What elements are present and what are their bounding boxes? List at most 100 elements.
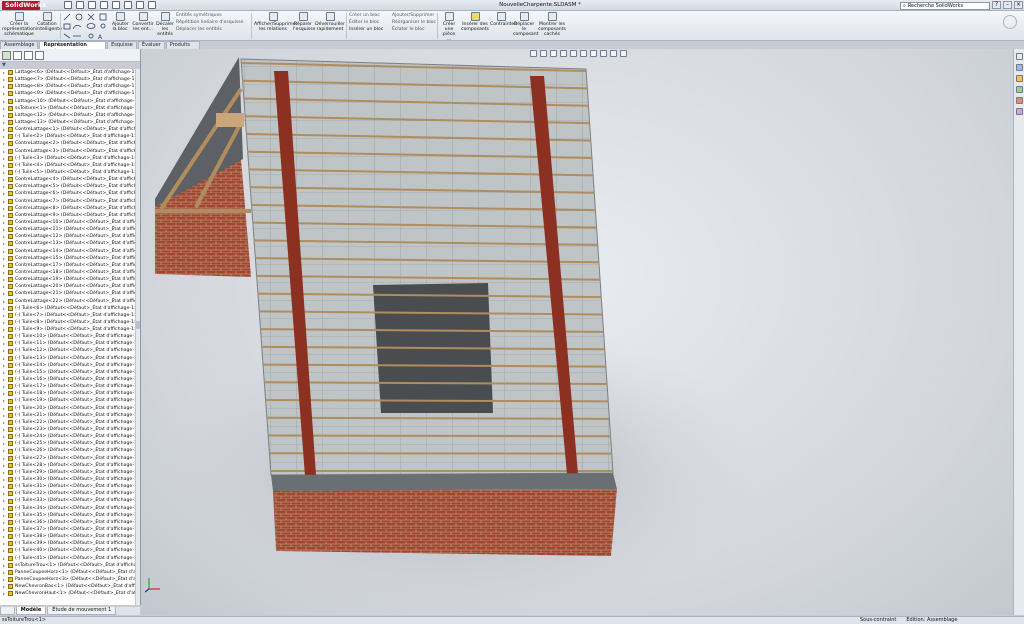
expand-icon[interactable]: ▸ bbox=[3, 269, 6, 276]
tree-item[interactable]: ▸ ContreLattage<8> (Défaut<<Défaut>_État … bbox=[0, 205, 135, 212]
tree-item[interactable]: ▸ ContreLattage<7> (Défaut<<Défaut>_État … bbox=[0, 198, 135, 205]
tree-item[interactable]: ▸ (-) Tuile<23> (Défaut<<Défaut>_État d'a… bbox=[0, 426, 135, 433]
tree-item[interactable]: ▸ (-) Tuile<41> (Défaut<<Défaut>_État d'a… bbox=[0, 555, 135, 562]
expand-icon[interactable]: ▸ bbox=[3, 369, 6, 376]
tree-item[interactable]: ▸ ContreLattage<22> (Défaut<<Défaut>_État… bbox=[0, 298, 135, 305]
expand-icon[interactable]: ▸ bbox=[3, 455, 6, 462]
tree-item[interactable]: ▸ ContreLattage<15> (Défaut<<Défaut>_État… bbox=[0, 255, 135, 262]
expand-icon[interactable]: ▸ bbox=[3, 319, 6, 326]
expand-icon[interactable]: ▸ bbox=[3, 326, 6, 333]
tree-item[interactable]: ▸ (-) Tuile<19> (Défaut<<Défaut>_État d'a… bbox=[0, 397, 135, 404]
save-icon[interactable] bbox=[88, 1, 96, 9]
expand-icon[interactable]: ▸ bbox=[3, 412, 6, 419]
tree-item[interactable]: ▸ (-) Tuile<38> (Défaut<<Défaut>_État d'a… bbox=[0, 533, 135, 540]
tree-item[interactable]: ▸ ContreLattage<5> (Défaut<<Défaut>_État … bbox=[0, 183, 135, 190]
expand-icon[interactable]: ▸ bbox=[3, 419, 6, 426]
sketch-tools-icons[interactable]: A bbox=[62, 13, 110, 39]
expand-icon[interactable]: ▸ bbox=[3, 133, 6, 140]
tree-item[interactable]: ▸ (-) Tuile<14> (Défaut<<Défaut>_État d'a… bbox=[0, 362, 135, 369]
expand-icon[interactable]: ▸ bbox=[3, 547, 6, 554]
tree-item[interactable]: ▸ ContreLattage<12> (Défaut<<Défaut>_État… bbox=[0, 233, 135, 240]
search-box[interactable]: ⌕ Recherche SolidWorks bbox=[900, 2, 990, 10]
expand-icon[interactable]: ▸ bbox=[3, 169, 6, 176]
expand-icon[interactable]: ▸ bbox=[3, 98, 6, 105]
expand-icon[interactable]: ▸ bbox=[3, 198, 6, 205]
tree-item[interactable]: ▸ ContreLattage<6> (Défaut<<Défaut>_État … bbox=[0, 190, 135, 197]
tree-item[interactable]: ▸ NewChevronBas<1> (Défaut<<Défaut>_État … bbox=[0, 583, 135, 590]
expand-icon[interactable]: ▸ bbox=[3, 140, 6, 147]
expand-icon[interactable]: ▸ bbox=[3, 340, 6, 347]
expand-icon[interactable]: ▸ bbox=[3, 219, 6, 226]
solidworks-logo[interactable]: SolidWorks bbox=[2, 1, 46, 10]
expand-icon[interactable]: ▸ bbox=[3, 126, 6, 133]
tree-item[interactable]: ▸ ContreLattage<13> (Défaut<<Défaut>_État… bbox=[0, 240, 135, 247]
tree-item[interactable]: ▸ (-) Tuile<31> (Défaut<<Défaut>_État d'a… bbox=[0, 483, 135, 490]
expand-icon[interactable]: ▸ bbox=[3, 383, 6, 390]
tree-item[interactable]: ▸ (-) Tuile<12> (Défaut<<Défaut>_État d'a… bbox=[0, 347, 135, 354]
expand-icon[interactable]: ▸ bbox=[3, 469, 6, 476]
expand-icon[interactable]: ▸ bbox=[3, 347, 6, 354]
resources-icon[interactable] bbox=[1015, 53, 1023, 60]
tree-item[interactable]: ▸ (-) Tuile<10> (Défaut<<Défaut>_État d'a… bbox=[0, 333, 135, 340]
tree-item[interactable]: ▸ (-) Tuile<2> (Défaut<<Défaut>_État d'af… bbox=[0, 133, 135, 140]
select-icon[interactable] bbox=[124, 1, 132, 9]
expand-icon[interactable]: ▸ bbox=[3, 362, 6, 369]
edit-block-button[interactable]: Éditer le bloc bbox=[349, 20, 379, 26]
expand-icon[interactable]: ▸ bbox=[3, 305, 6, 312]
tree-item[interactable]: ▸ (-) Tuile<35> (Défaut<<Défaut>_État d'a… bbox=[0, 512, 135, 519]
file-explorer-icon[interactable] bbox=[1015, 75, 1023, 82]
tree-item[interactable]: ▸ Lattage<13> (Défaut<<Défaut>_État d'aff… bbox=[0, 119, 135, 126]
tree-item[interactable]: ▸ (-) Tuile<37> (Défaut<<Défaut>_État d'a… bbox=[0, 526, 135, 533]
help-icon[interactable]: ? bbox=[992, 1, 1001, 9]
expand-icon[interactable]: ▸ bbox=[3, 583, 6, 590]
expand-icon[interactable]: ▸ bbox=[3, 155, 6, 162]
view-palette-icon[interactable] bbox=[1015, 86, 1023, 93]
featuremanager-icon[interactable] bbox=[2, 51, 11, 60]
rebuild-icon[interactable] bbox=[136, 1, 144, 9]
add-remove-button[interactable]: Ajouter/Supprimer bbox=[392, 13, 434, 19]
tree-item[interactable]: ▸ (-) Tuile<15> (Défaut<<Défaut>_État d'a… bbox=[0, 369, 135, 376]
move-entities-button[interactable]: Déplacer les entités bbox=[176, 27, 222, 33]
move-component-button[interactable]: Déplacer le composant bbox=[513, 12, 538, 37]
tree-item[interactable]: ▸ (-) Tuile<6> (Défaut<<Défaut>_État d'af… bbox=[0, 305, 135, 312]
expand-icon[interactable]: ▸ bbox=[3, 405, 6, 412]
undo-icon[interactable] bbox=[112, 1, 120, 9]
tree-item[interactable]: ▸ (-) Tuile<16> (Défaut<<Défaut>_État d'a… bbox=[0, 376, 135, 383]
expand-icon[interactable]: ▸ bbox=[3, 233, 6, 240]
tree-item[interactable]: ▸ (-) Tuile<32> (Défaut<<Défaut>_État d'a… bbox=[0, 490, 135, 497]
tree-item[interactable]: ▸ (-) Tuile<36> (Défaut<<Défaut>_État d'a… bbox=[0, 519, 135, 526]
tree-item[interactable]: ▸ (-) Tuile<8> (Défaut<<Défaut>_État d'af… bbox=[0, 319, 135, 326]
tree-item[interactable]: ▸ ContreLattage<17> (Défaut<<Défaut>_État… bbox=[0, 262, 135, 269]
tree-item[interactable]: ▸ Lattage<12> (Défaut<<Défaut>_État d'aff… bbox=[0, 112, 135, 119]
insert-components-button[interactable]: Insérer des composants bbox=[460, 12, 490, 32]
expand-icon[interactable]: ▸ bbox=[3, 283, 6, 290]
expand-icon[interactable]: ▸ bbox=[3, 555, 6, 562]
tree-item[interactable]: ▸ ContreLattage<18> (Défaut<<Défaut>_État… bbox=[0, 269, 135, 276]
tree-item[interactable]: ▸ (-) Tuile<20> (Défaut<<Défaut>_État d'a… bbox=[0, 405, 135, 412]
tab-empty[interactable] bbox=[0, 607, 15, 615]
expand-icon[interactable]: ▸ bbox=[3, 205, 6, 212]
tree-item[interactable]: ▸ (-) Tuile<9> (Défaut<<Défaut>_État d'af… bbox=[0, 326, 135, 333]
display-relations-button[interactable]: Afficher/Supprimer les relations bbox=[254, 12, 297, 32]
expand-icon[interactable]: ▸ bbox=[3, 112, 6, 119]
tree-item[interactable]: ▸ PanneCoupeeHorz<3> (Défaut<<Défaut>_Éta… bbox=[0, 576, 135, 583]
tree-item[interactable]: ▸ (-) Tuile<24> (Défaut<<Défaut>_État d'a… bbox=[0, 433, 135, 440]
expand-icon[interactable]: ▸ bbox=[3, 248, 6, 255]
tree-item[interactable]: ▸ (-) Tuile<7> (Défaut<<Défaut>_État d'af… bbox=[0, 312, 135, 319]
tab-produits-office[interactable]: Produits Office bbox=[165, 41, 200, 55]
mirror-entities-button[interactable]: Entités symétriques bbox=[176, 13, 222, 19]
tree-item[interactable]: ▸ (-) Tuile<13> (Défaut<<Défaut>_État d'a… bbox=[0, 355, 135, 362]
linear-pattern-button[interactable]: Répétition linéaire d'esquisse bbox=[176, 20, 243, 26]
print-icon[interactable] bbox=[100, 1, 108, 9]
expand-icon[interactable]: ▸ bbox=[3, 462, 6, 469]
tree-item[interactable]: ▸ (-) Tuile<5> (Défaut<<Défaut>_État d'af… bbox=[0, 169, 135, 176]
expand-icon[interactable]: ▸ bbox=[3, 376, 6, 383]
offset-entities-button[interactable]: Décaler les entités bbox=[156, 12, 174, 37]
appearances-icon[interactable] bbox=[1015, 97, 1023, 104]
expand-icon[interactable]: ▸ bbox=[3, 505, 6, 512]
tree-item[interactable]: ▸ (-) Tuile<33> (Défaut<<Défaut>_État d'a… bbox=[0, 497, 135, 504]
tree-item[interactable]: ▸ ContreLattage<2> (Défaut<<Défaut>_État … bbox=[0, 140, 135, 147]
tree-item[interactable]: ▸ ContreLattage<3> (Défaut<<Défaut>_État … bbox=[0, 148, 135, 155]
make-block-button[interactable]: Créer un bloc bbox=[349, 13, 380, 19]
tree-item[interactable]: ▸ (-) Tuile<22> (Défaut<<Défaut>_État d'a… bbox=[0, 419, 135, 426]
